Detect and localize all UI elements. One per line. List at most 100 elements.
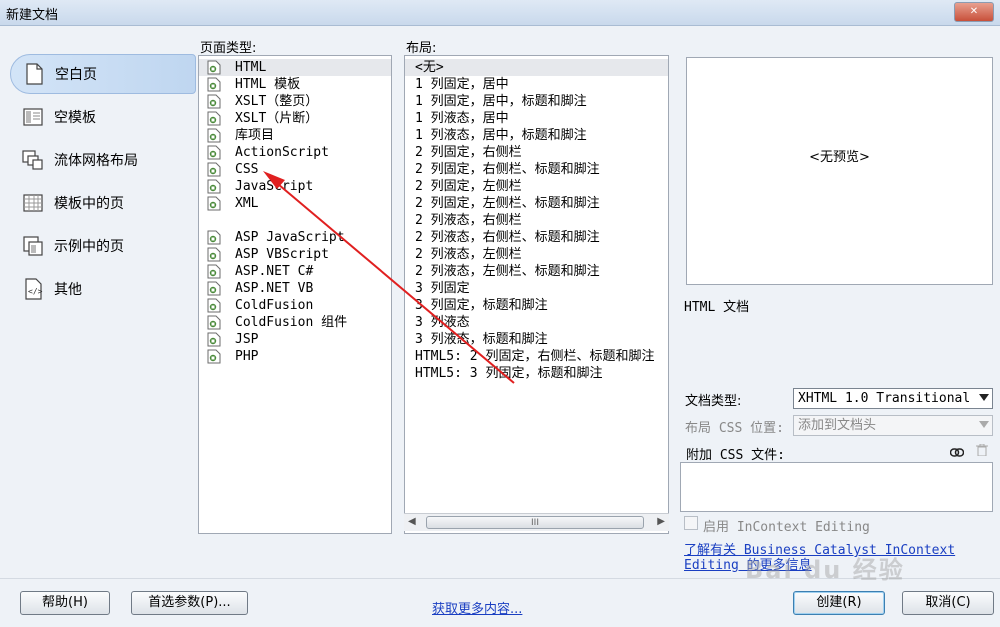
file-icon (207, 349, 221, 364)
page-type-item-label: JavaScript (235, 179, 314, 194)
window-controls: ✕ (954, 2, 994, 22)
layout-item[interactable]: 3 列液态 (405, 314, 668, 331)
page-type-item[interactable]: ASP JavaScript (199, 229, 391, 246)
page-type-item[interactable]: ASP VBScript (199, 246, 391, 263)
page-type-item[interactable]: ASP.NET VB (199, 280, 391, 297)
layout-item[interactable]: 1 列固定，居中 (405, 76, 668, 93)
sidebar-item-sample-page[interactable]: 示例中的页 (10, 226, 196, 266)
cancel-button[interactable]: 取消(C) (902, 591, 994, 615)
get-more-content-link[interactable]: 获取更多内容... (432, 598, 522, 617)
layout-item[interactable]: 2 列液态，右侧栏 (405, 212, 668, 229)
attached-css-list[interactable] (680, 462, 993, 512)
file-icon (207, 315, 221, 330)
layout-item[interactable]: <无> (405, 59, 668, 76)
attach-link-icon[interactable] (949, 446, 965, 457)
preview-text: <无预览> (809, 150, 870, 165)
page-type-item[interactable]: HTML 模板 (199, 76, 391, 93)
page-type-item[interactable]: JavaScript (199, 178, 391, 195)
file-icon (207, 196, 221, 211)
chevron-down-icon (979, 421, 989, 428)
page-type-item-label: XSLT（整页） (235, 94, 319, 109)
layout-item[interactable]: 3 列固定 (405, 280, 668, 297)
page-type-list[interactable]: HTML HTML 模板 XSLT（整页） XSLT（片断） 库项目 ActionScri… (198, 55, 392, 534)
layout-item[interactable]: 3 列固定，标题和脚注 (405, 297, 668, 314)
page-type-item[interactable]: JSP (199, 331, 391, 348)
help-button[interactable]: 帮助(H) (20, 591, 110, 615)
layout-item[interactable]: 1 列液态，居中 (405, 110, 668, 127)
layout-item[interactable]: 2 列液态，左侧栏、标题和脚注 (405, 263, 668, 280)
template-page-icon (22, 192, 44, 214)
layout-item[interactable]: 3 列液态，标题和脚注 (405, 331, 668, 348)
layout-list[interactable]: <无> 1 列固定，居中 1 列固定，居中，标题和脚注 1 列液态，居中 1 列液态，居… (404, 55, 669, 534)
layout-item[interactable]: HTML5: 2 列固定，右侧栏、标题和脚注 (405, 348, 668, 365)
blank-template-icon (22, 106, 44, 128)
layout-item[interactable]: 2 列固定，右侧栏、标题和脚注 (405, 161, 668, 178)
trash-icon[interactable] (976, 443, 988, 457)
page-type-item[interactable]: ActionScript (199, 144, 391, 161)
svg-text:</>: </> (28, 287, 43, 296)
layout-item[interactable]: 2 列固定，左侧栏、标题和脚注 (405, 195, 668, 212)
layout-item[interactable]: 1 列固定，居中，标题和脚注 (405, 93, 668, 110)
sidebar-item-other[interactable]: </> 其他 (10, 269, 196, 309)
page-type-item[interactable]: 库项目 (199, 127, 391, 144)
close-button[interactable]: ✕ (954, 2, 994, 22)
page-type-item-label: ASP VBScript (235, 247, 329, 262)
scroll-left-icon[interactable]: ◀ (408, 516, 416, 527)
layout-css-label: 布局 CSS 位置: (685, 421, 784, 436)
create-button[interactable]: 创建(R) (793, 591, 885, 615)
scroll-right-icon[interactable]: ▶ (657, 516, 665, 527)
sidebar-item-label: 模板中的页 (54, 196, 124, 212)
sidebar-item-blank-page[interactable]: 空白页 (10, 54, 196, 94)
page-type-item[interactable]: XSLT（片断） (199, 110, 391, 127)
layout-css-select[interactable]: 添加到文档头 (793, 415, 993, 436)
sidebar-item-label: 空白页 (55, 67, 97, 83)
layout-item[interactable]: 2 列液态，右侧栏、标题和脚注 (405, 229, 668, 246)
layout-item[interactable]: 1 列液态，居中，标题和脚注 (405, 127, 668, 144)
doctype-label: 文档类型: (685, 394, 742, 409)
sample-page-icon (22, 235, 44, 257)
file-icon (207, 77, 221, 92)
page-type-item-label: ColdFusion 组件 (235, 315, 348, 330)
file-icon (207, 332, 221, 347)
window-title: 新建文档 (6, 8, 59, 23)
sidebar: 空白页 空模板 流体网格布局 模板中的页 示例中的页 </> 其他 (10, 54, 196, 312)
chevron-down-icon (979, 394, 989, 401)
page-type-item[interactable]: XSLT（整页） (199, 93, 391, 110)
title-bar: 新建文档 ✕ (0, 0, 1000, 26)
file-icon (207, 281, 221, 296)
file-icon (207, 128, 221, 143)
page-type-item-label: ColdFusion (235, 298, 314, 313)
page-type-item[interactable]: CSS (199, 161, 391, 178)
layout-item[interactable]: 2 列液态，左侧栏 (405, 246, 668, 263)
page-type-item-label: CSS (235, 162, 259, 177)
layout-item[interactable]: 2 列固定，左侧栏 (405, 178, 668, 195)
page-type-item[interactable]: ColdFusion (199, 297, 391, 314)
page-type-item[interactable]: ASP.NET C# (199, 263, 391, 280)
file-icon (207, 298, 221, 313)
scroll-thumb[interactable]: III (426, 516, 644, 529)
sidebar-item-label: 流体网格布局 (54, 153, 138, 169)
page-type-item[interactable]: HTML (199, 59, 391, 76)
incontext-checkbox[interactable] (684, 516, 698, 530)
sidebar-item-blank-template[interactable]: 空模板 (10, 97, 196, 137)
page-type-item-label: 库项目 (235, 128, 275, 143)
sidebar-item-label: 其他 (54, 282, 82, 298)
page-type-item[interactable]: XML (199, 195, 391, 212)
layout-item[interactable]: HTML5: 3 列固定，标题和脚注 (405, 365, 668, 382)
page-type-item[interactable]: PHP (199, 348, 391, 365)
preferences-button[interactable]: 首选参数(P)... (131, 591, 248, 615)
sidebar-item-template-page[interactable]: 模板中的页 (10, 183, 196, 223)
sidebar-item-fluid-grid[interactable]: 流体网格布局 (10, 140, 196, 180)
file-icon (207, 60, 221, 75)
page-type-item[interactable]: ColdFusion 组件 (199, 314, 391, 331)
watermark: Bai du 经验 (745, 556, 905, 584)
doctype-select[interactable]: XHTML 1.0 Transitional (793, 388, 993, 409)
attach-css-label: 附加 CSS 文件: (686, 448, 785, 463)
page-type-item-label: ActionScript (235, 145, 329, 160)
layout-horizontal-scrollbar[interactable]: ◀ III ▶ (404, 513, 669, 531)
layout-item[interactable]: 2 列固定，右侧栏 (405, 144, 668, 161)
layout-label: 布局: (406, 41, 437, 56)
file-icon (207, 264, 221, 279)
page-type-item-label: JSP (235, 332, 259, 347)
